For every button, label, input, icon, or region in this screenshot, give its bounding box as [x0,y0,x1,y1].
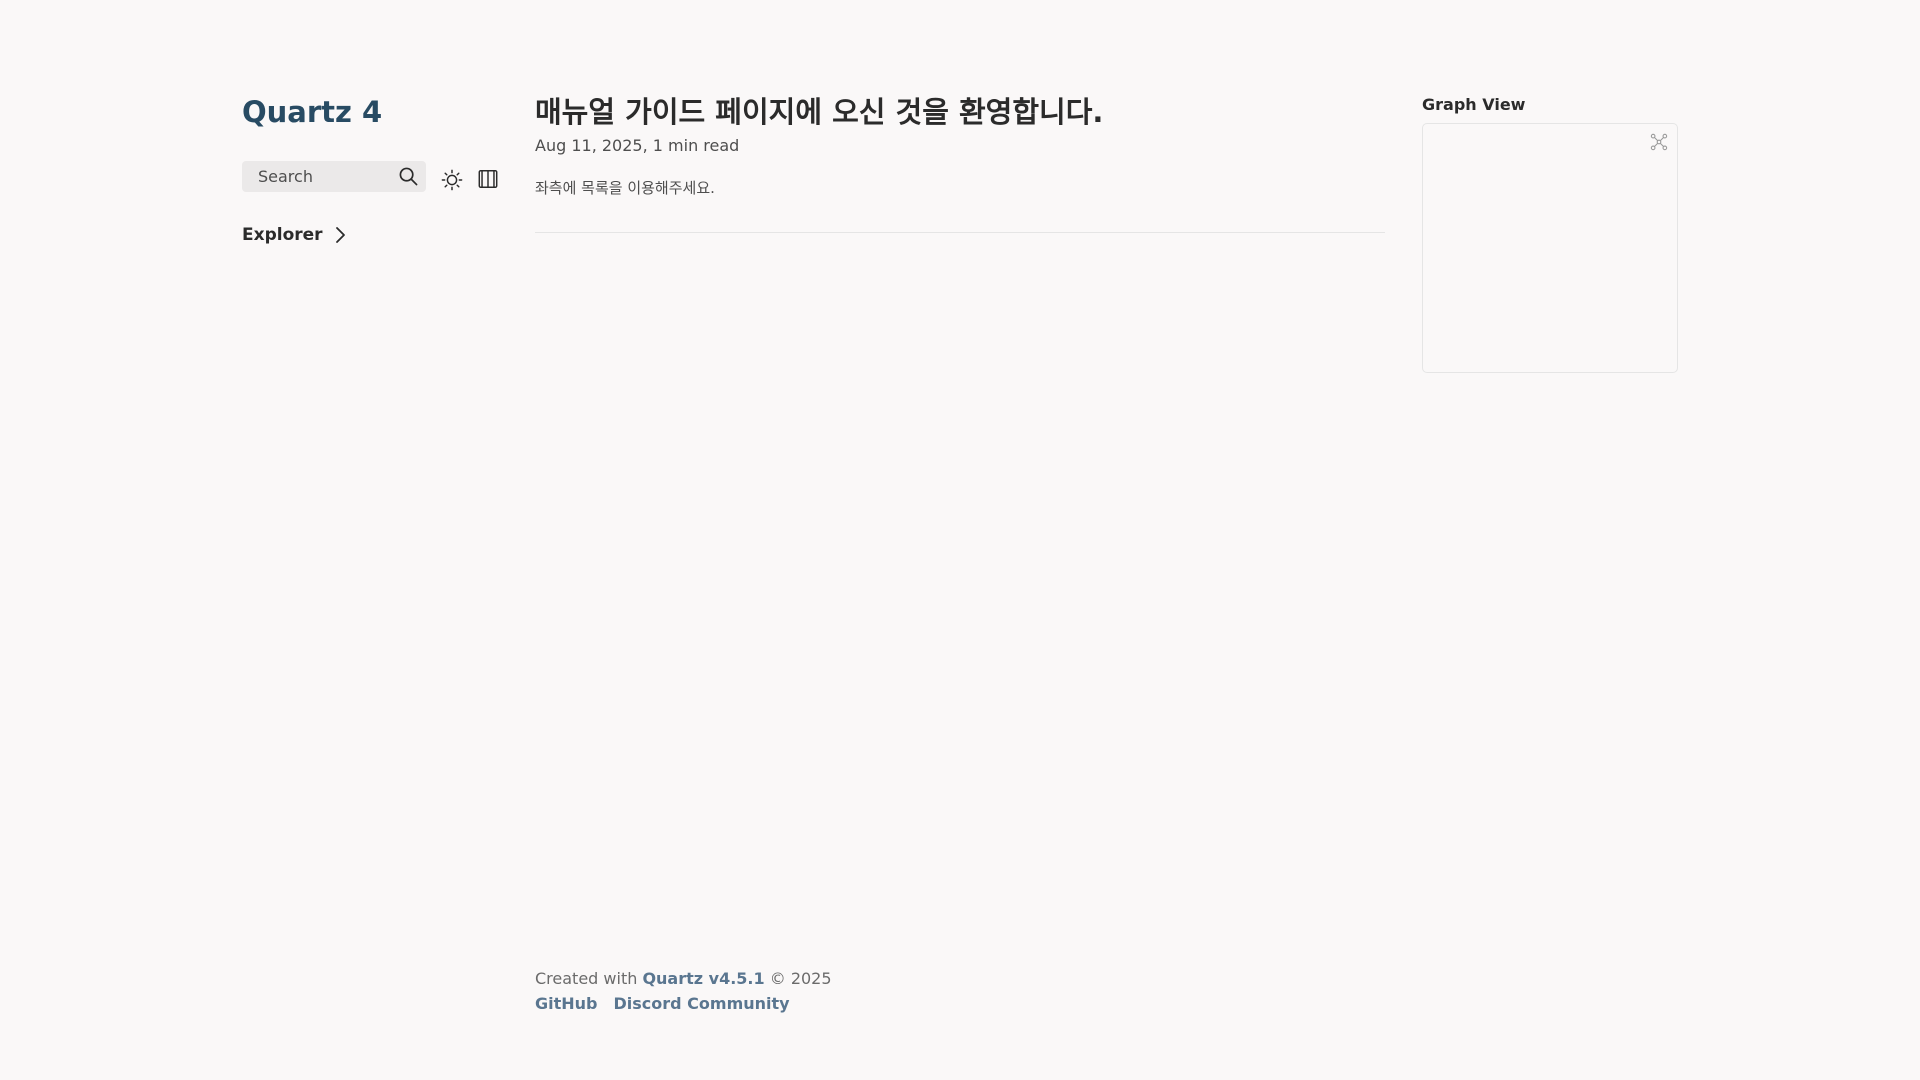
discord-community-link[interactable]: Discord Community [614,991,790,1016]
footer-created-prefix: Created with [535,969,643,988]
publish-date: Aug 11, 2025 [535,136,643,155]
github-link[interactable]: GitHub [535,991,598,1016]
footer-copyright: © 2025 [764,969,832,988]
site-title[interactable]: Quartz 4 [242,92,382,132]
darkmode-toggle[interactable] [440,168,464,192]
search-icon [398,167,418,187]
search-button[interactable]: Search [242,161,426,192]
search-label: Search [258,167,313,186]
global-graph-icon[interactable] [1649,132,1669,152]
reading-time: 1 min read [652,136,740,155]
explorer-toggle[interactable]: Explorer [242,222,347,248]
article-body: 좌측에 목록을 이용해주세요. [535,179,715,197]
page-title: 매뉴얼 가이드 페이지에 오신 것을 환영합니다. [535,95,1104,129]
explorer-title: Explorer [242,225,323,245]
meta-separator: , [642,136,648,155]
content-meta: Aug 11, 2025, 1 min read [535,135,739,157]
quartz-link[interactable]: Quartz v4.5.1 [642,969,764,988]
footer: Created with Quartz v4.5.1 © 2025 GitHub… [535,966,832,1016]
content-divider [535,232,1385,233]
sun-icon [441,169,463,191]
footer-credit: Created with Quartz v4.5.1 © 2025 [535,966,832,991]
graph-view[interactable] [1422,123,1678,373]
reader-mode-toggle[interactable] [476,167,500,191]
book-icon [478,170,498,188]
chevron-right-icon [335,227,345,243]
footer-links: GitHub Discord Community [535,991,832,1016]
graph-view-title: Graph View [1422,95,1526,114]
